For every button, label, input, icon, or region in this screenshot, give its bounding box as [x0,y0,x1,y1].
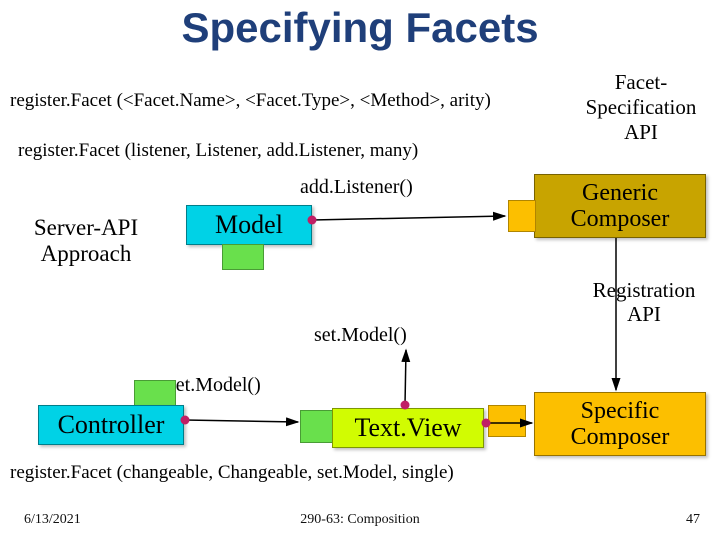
registration-api-label: Registration API [574,278,714,326]
slide-title: Specifying Facets [0,4,720,52]
api-example-listener: register.Facet (listener, Listener, add.… [18,140,418,162]
textview-left-port-stub [300,410,334,443]
model-port-stub [222,244,264,270]
controller-box: Controller [38,405,184,445]
set-model-right-label: set.Model() [314,324,407,347]
textview-right-port-stub [488,405,526,437]
server-api-approach-label: Server-API Approach [16,215,156,268]
api-example-changeable: register.Facet (changeable, Changeable, … [10,462,454,484]
textview-box: Text.View [332,408,484,448]
footer-page-number: 47 [686,512,700,528]
model-box: Model [186,205,312,245]
add-listener-label: add.Listener() [300,176,413,199]
set-model-left-label: set.Model() [168,374,261,397]
specific-composer-box: Specific Composer [534,392,706,456]
api-signature-text: register.Facet (<Facet.Name>, <Facet.Typ… [10,90,491,112]
footer-center-text: 290-63: Composition [0,512,720,528]
facet-spec-api-label: Facet- Specification API [566,70,716,145]
controller-port-stub [134,380,176,406]
generic-composer-box: Generic Composer [534,174,706,238]
generic-composer-port-stub [508,200,536,232]
